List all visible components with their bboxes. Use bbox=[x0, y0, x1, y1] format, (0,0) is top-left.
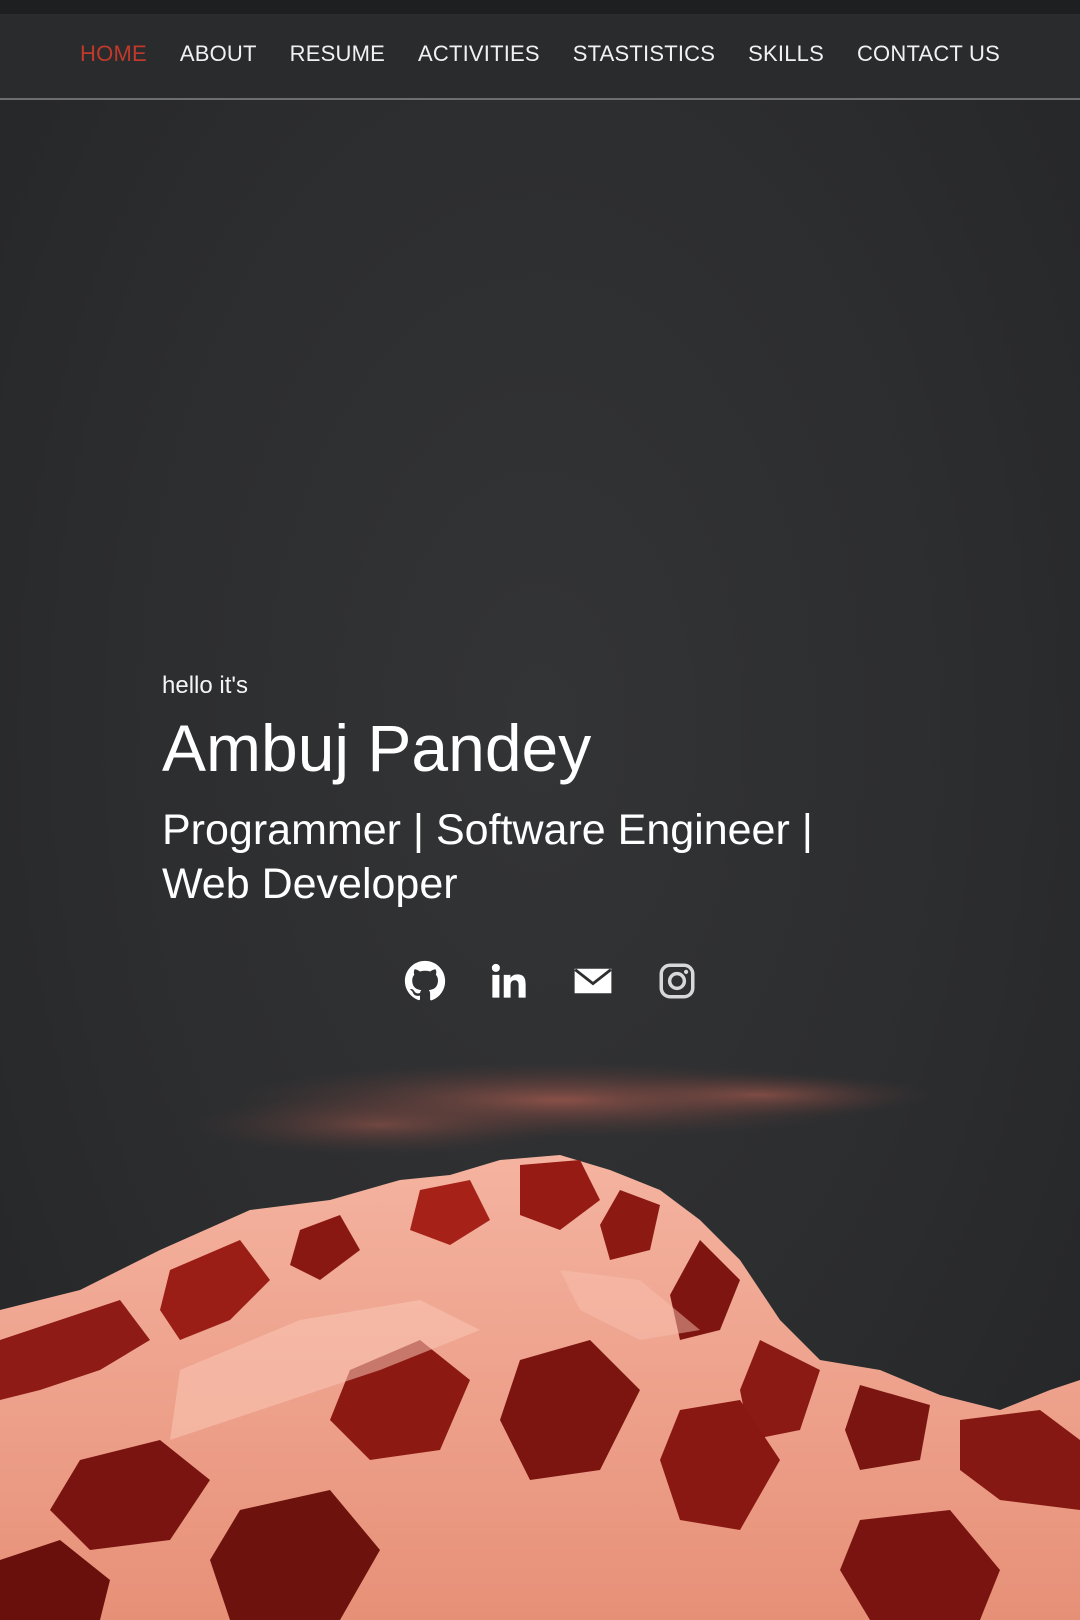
email-link[interactable] bbox=[572, 960, 614, 1002]
nav-item-about[interactable]: ABOUT bbox=[163, 41, 273, 67]
nav-item-resume[interactable]: RESUME bbox=[273, 41, 401, 67]
linkedin-link[interactable] bbox=[488, 960, 530, 1002]
social-links bbox=[0, 960, 1080, 1002]
github-icon bbox=[404, 960, 446, 1001]
nav-item-statistics[interactable]: STASTISTICS bbox=[556, 41, 731, 67]
top-strip bbox=[0, 0, 1080, 14]
linkedin-icon bbox=[491, 963, 526, 998]
instagram-icon bbox=[659, 963, 695, 999]
instagram-link[interactable] bbox=[656, 960, 698, 1002]
hero-section: hello it's Ambuj Pandey Programmer | Sof… bbox=[162, 672, 922, 911]
hero-roles: Programmer | Software Engineer | Web Dev… bbox=[162, 805, 813, 908]
nav-list: HOME ABOUT RESUME ACTIVITIES STASTISTICS… bbox=[64, 41, 1017, 67]
mountain-background-image bbox=[0, 1062, 1080, 1620]
nav-item-skills[interactable]: SKILLS bbox=[732, 41, 841, 67]
top-navigation: HOME ABOUT RESUME ACTIVITIES STASTISTICS… bbox=[0, 14, 1080, 100]
greeting-text: hello it's bbox=[162, 672, 248, 699]
hero-name: Ambuj Pandey bbox=[162, 711, 592, 785]
nav-item-contact-us[interactable]: CONTACT US bbox=[840, 41, 1016, 67]
github-link[interactable] bbox=[404, 960, 446, 1002]
page: HOME ABOUT RESUME ACTIVITIES STASTISTICS… bbox=[0, 0, 1080, 1620]
nav-item-activities[interactable]: ACTIVITIES bbox=[401, 41, 556, 67]
nav-item-home[interactable]: HOME bbox=[64, 41, 164, 67]
email-icon bbox=[574, 968, 612, 994]
